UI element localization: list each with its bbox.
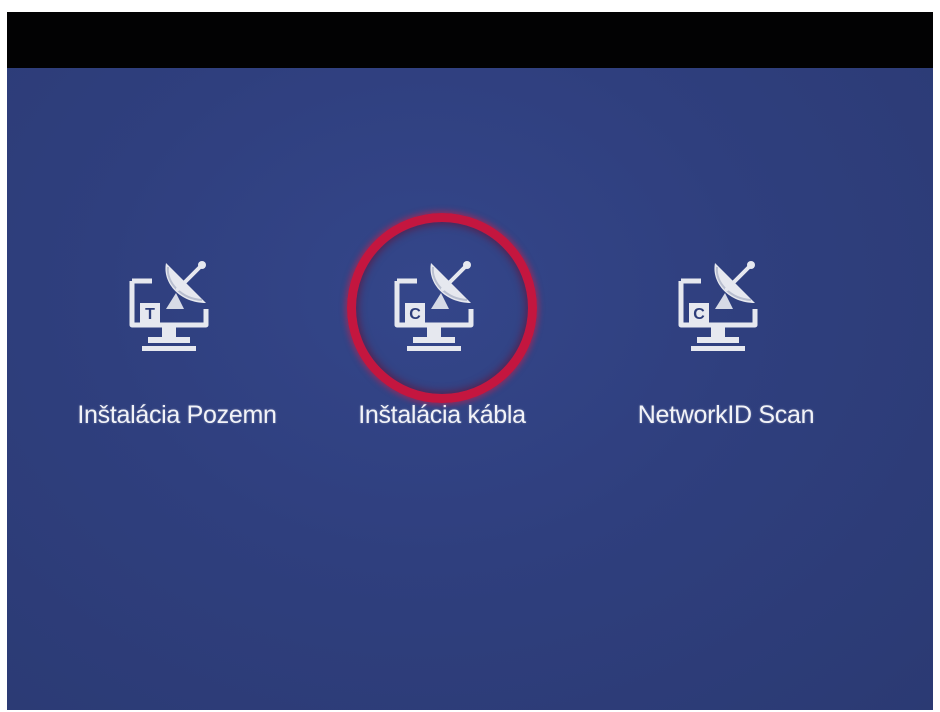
menu-item-cable-installation[interactable]: C Inštalácia kábla [312, 213, 572, 429]
top-bar [7, 12, 933, 78]
icon-area: T [82, 213, 272, 403]
icon-area: C [631, 213, 821, 403]
menu-item-label: Inštalácia kábla [358, 401, 526, 429]
menu-item-label: NetworkID Scan [637, 401, 815, 429]
satellite-dish-monitor-icon: C [387, 253, 497, 363]
satellite-dish-monitor-icon: C [671, 253, 781, 363]
menu-item-terrestrial-installation[interactable]: T Inštalácia Pozemn [47, 213, 307, 429]
badge-text: C [409, 306, 421, 323]
tv-frame: T Inštalácia Pozemn C Inštalácia kábla C… [0, 0, 940, 712]
icon-area: C [347, 213, 537, 403]
installation-menu: T Inštalácia Pozemn C Inštalácia kábla C… [7, 68, 933, 710]
menu-item-label: Inštalácia Pozemn [77, 401, 277, 429]
satellite-dish-monitor-icon: T [122, 253, 232, 363]
badge-text: T [145, 306, 155, 323]
tv-screen: T Inštalácia Pozemn C Inštalácia kábla C… [7, 12, 933, 710]
badge-text: C [693, 306, 705, 323]
menu-item-networkid-scan[interactable]: C NetworkID Scan [596, 213, 856, 429]
